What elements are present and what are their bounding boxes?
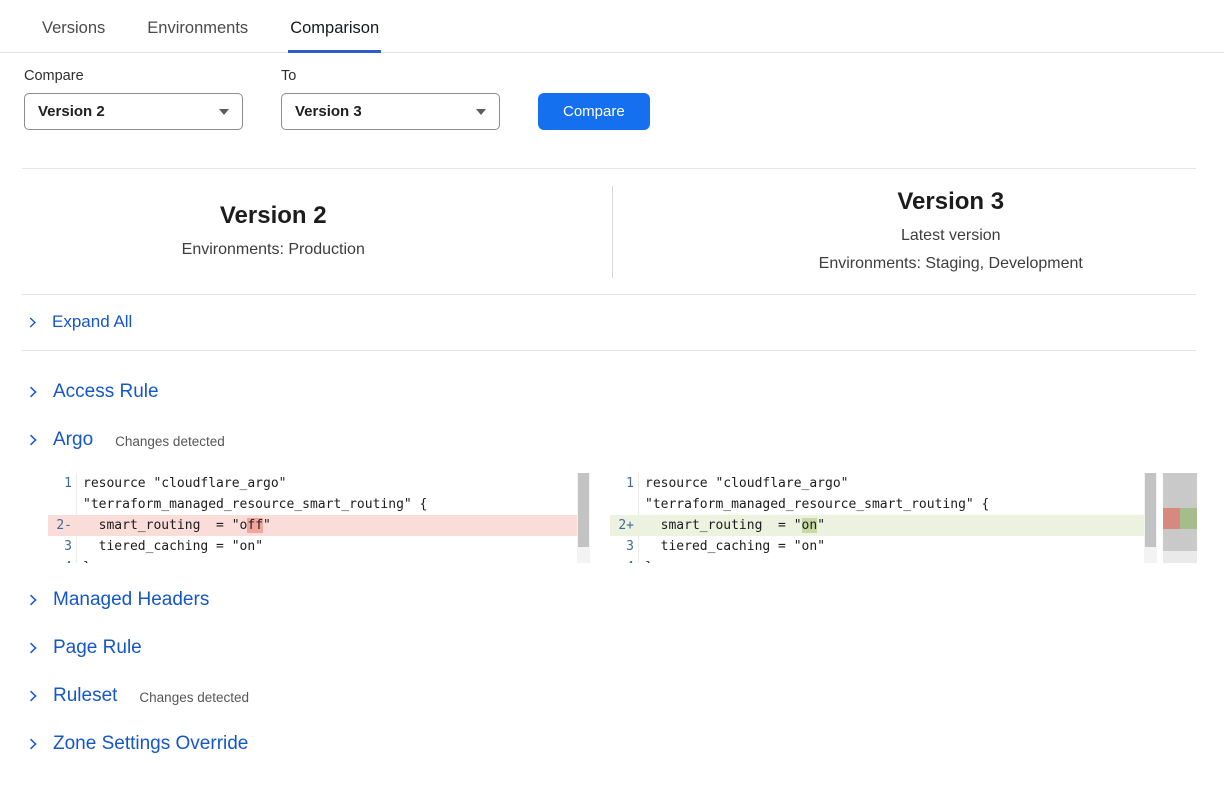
diff-line: 3 tiered_caching = "on"	[610, 536, 1157, 557]
section-label: Access Rule	[53, 381, 159, 403]
expand-all-label: Expand All	[52, 312, 132, 332]
compare-version-value: Version 2	[38, 103, 105, 120]
section-managed-headers[interactable]: Managed Headers	[26, 589, 1200, 611]
to-version-value: Version 3	[295, 103, 362, 120]
chevron-right-icon	[26, 316, 39, 329]
line-number: 4	[610, 557, 639, 563]
argo-diff-viewer: 1 resource "cloudflare_argo" "terraform_…	[48, 473, 1200, 563]
code-text: resource "cloudflare_argo" "terraform_ma…	[639, 473, 1157, 515]
section-label: Argo	[53, 429, 93, 451]
section-page-rule[interactable]: Page Rule	[26, 637, 1200, 659]
diff-panel-right: 1 resource "cloudflare_argo" "terraform_…	[610, 473, 1157, 563]
code-text: resource "cloudflare_argo" "terraform_ma…	[77, 473, 590, 515]
section-label: Ruleset	[53, 685, 117, 707]
diff-line: 3 tiered_caching = "on"	[48, 536, 590, 557]
section-access-rule[interactable]: Access Rule	[26, 381, 1200, 403]
section-ruleset[interactable]: Ruleset Changes detected	[26, 685, 1200, 707]
chevron-right-icon	[26, 737, 40, 751]
minimap-track	[1163, 551, 1197, 563]
code-text: tiered_caching = "on"	[639, 536, 1157, 557]
line-number: 2-	[48, 515, 77, 536]
minimap-added-marker	[1180, 508, 1197, 529]
compare-version-select[interactable]: Version 2	[24, 93, 243, 130]
chevron-right-icon	[26, 689, 40, 703]
chevron-right-icon	[26, 641, 40, 655]
code-text: smart_routing = "on"	[639, 515, 1157, 536]
expand-all-button[interactable]: Expand All	[0, 295, 1224, 350]
code-text: smart_routing = "off"	[77, 515, 590, 536]
line-number: 1	[610, 473, 639, 515]
right-panel-scrollbar[interactable]	[1144, 473, 1157, 563]
resource-sections: Access Rule Argo Changes detected 1 reso…	[0, 351, 1224, 755]
diff-line-removed: 2- smart_routing = "off"	[48, 515, 590, 536]
section-label: Page Rule	[53, 637, 142, 659]
scrollbar-thumb[interactable]	[1145, 473, 1156, 547]
to-label: To	[281, 68, 500, 84]
minimap-removed-marker	[1163, 508, 1180, 529]
version-left-environments: Environments: Production	[0, 236, 547, 264]
diff-line: 4 }	[610, 557, 1157, 563]
chevron-right-icon	[26, 385, 40, 399]
code-text: tiered_caching = "on"	[77, 536, 590, 557]
version-left-header: Version 2 Environments: Production	[0, 200, 612, 264]
line-number: 3	[48, 536, 77, 557]
tab-bar: Versions Environments Comparison	[0, 0, 1224, 53]
line-number: 3	[610, 536, 639, 557]
section-argo[interactable]: Argo Changes detected	[26, 429, 1200, 451]
compare-label: Compare	[24, 68, 243, 84]
version-right-subtitle: Latest version	[678, 222, 1224, 250]
line-number: 1	[48, 473, 77, 515]
scrollbar-thumb[interactable]	[578, 473, 589, 547]
section-label: Zone Settings Override	[53, 733, 248, 755]
compare-form: Compare Version 2 To Version 3 Compare	[0, 53, 1224, 130]
changes-detected-badge: Changes detected	[115, 434, 225, 449]
section-label: Managed Headers	[53, 589, 209, 611]
code-text: }	[77, 557, 590, 563]
version-right-environments: Environments: Staging, Development	[678, 250, 1224, 278]
diff-line: 1 resource "cloudflare_argo" "terraform_…	[48, 473, 590, 515]
line-number: 2+	[610, 515, 639, 536]
added-word-highlight: on	[802, 518, 818, 533]
chevron-right-icon	[26, 593, 40, 607]
line-number: 4	[48, 557, 77, 563]
tab-comparison[interactable]: Comparison	[288, 0, 381, 52]
to-version-select[interactable]: Version 3	[281, 93, 500, 130]
diff-line: 1 resource "cloudflare_argo" "terraform_…	[610, 473, 1157, 515]
changes-detected-badge: Changes detected	[139, 690, 249, 705]
diff-line: 4 }	[48, 557, 590, 563]
removed-word-highlight: ff	[247, 518, 263, 533]
version-headers: Version 2 Environments: Production Versi…	[0, 169, 1224, 294]
left-panel-scrollbar[interactable]	[577, 473, 590, 563]
diff-line-added: 2+ smart_routing = "on"	[610, 515, 1157, 536]
chevron-down-icon	[476, 109, 486, 115]
section-zone-settings-override[interactable]: Zone Settings Override	[26, 733, 1200, 755]
tab-environments[interactable]: Environments	[145, 0, 250, 52]
chevron-right-icon	[26, 433, 40, 447]
compare-button[interactable]: Compare	[538, 93, 650, 130]
version-left-title: Version 2	[0, 200, 547, 232]
diff-minimap[interactable]	[1163, 473, 1197, 563]
tab-versions[interactable]: Versions	[40, 0, 107, 52]
version-right-header: Version 3 Latest version Environments: S…	[612, 186, 1224, 278]
chevron-down-icon	[219, 109, 229, 115]
code-text: }	[639, 557, 1157, 563]
version-right-title: Version 3	[678, 186, 1224, 218]
diff-panel-left: 1 resource "cloudflare_argo" "terraform_…	[48, 473, 590, 563]
